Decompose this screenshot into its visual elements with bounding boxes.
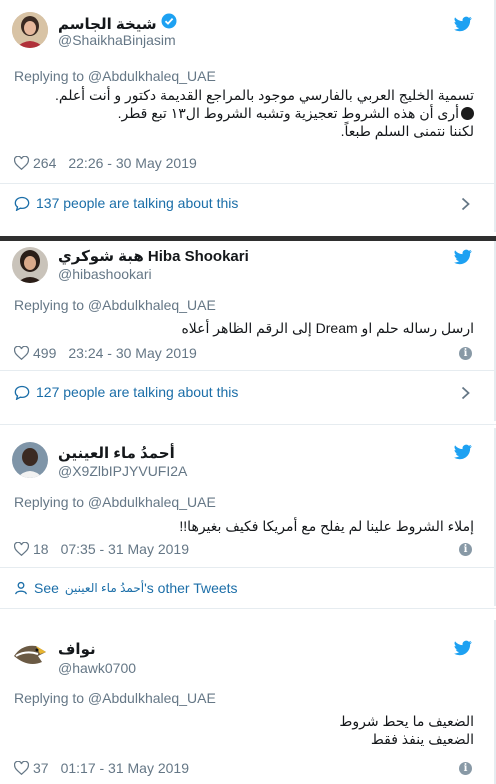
- verified-badge-icon: [161, 13, 177, 34]
- tweet-card-4: نواف @hawk0700 Replying to @Abdulkhaleq_…: [0, 620, 496, 784]
- tweet-meta: 18 07:35 - 31 May 2019: [14, 541, 189, 557]
- like-count: 18: [33, 541, 49, 557]
- tweet-line: ارسل رساله حلم او Dream إلى الرقم الظاهر…: [181, 320, 474, 336]
- tweet-card-3: أحمدُ ماء العينين @X9ZlbIPJYVUFI2A Reply…: [0, 428, 496, 606]
- card-separator: [0, 424, 496, 425]
- display-name[interactable]: نواف: [58, 640, 96, 658]
- replying-to[interactable]: Replying to @Abdulkhaleq_UAE: [14, 690, 216, 706]
- tweet-meta: 499 23:24 - 30 May 2019: [14, 345, 197, 361]
- user-handle[interactable]: @X9ZlbIPJYVUFI2A: [58, 463, 187, 479]
- speech-bubble-icon: [14, 196, 30, 211]
- user-handle[interactable]: @ShaikhaBinjasim: [58, 32, 176, 48]
- user-handle[interactable]: @hawk0700: [58, 660, 136, 676]
- tweet-text: الضعيف ما يحط شروط الضعيف ينفذ فقط: [14, 712, 474, 748]
- divider: [0, 370, 494, 371]
- avatar[interactable]: [12, 247, 48, 283]
- replying-to[interactable]: Replying to @Abdulkhaleq_UAE: [14, 68, 216, 84]
- tweet-line: إملاء الشروط علينا لم يفلح مع أمريكا فكي…: [179, 518, 474, 534]
- tweet-card-2: هبة شوكري Hiba Shookari @hibashookari Re…: [0, 241, 496, 421]
- timestamp[interactable]: 07:35 - 31 May 2019: [61, 541, 189, 557]
- display-name-row: نواف: [58, 640, 96, 658]
- conversation-link[interactable]: 127 people are talking about this: [14, 384, 238, 400]
- divider: [0, 183, 494, 184]
- display-name-row: أحمدُ ماء العينين: [58, 444, 175, 462]
- info-icon[interactable]: i: [459, 543, 472, 556]
- see-suffix: 's other Tweets: [144, 580, 238, 596]
- display-name-row: هبة شوكري Hiba Shookari: [58, 247, 249, 265]
- see-other-tweets-link[interactable]: See أحمدُ ماء العينين's other Tweets: [14, 580, 238, 596]
- chevron-right-icon[interactable]: [461, 197, 470, 211]
- heart-icon[interactable]: [14, 346, 29, 360]
- conversation-link[interactable]: 137 people are talking about this: [14, 195, 238, 211]
- card-separator: [0, 608, 496, 609]
- replying-to[interactable]: Replying to @Abdulkhaleq_UAE: [14, 297, 216, 313]
- heart-icon[interactable]: [14, 156, 29, 170]
- twitter-bird-icon[interactable]: [454, 444, 472, 460]
- timestamp[interactable]: 22:26 - 30 May 2019: [68, 155, 196, 171]
- heart-icon[interactable]: [14, 542, 29, 556]
- see-prefix: See: [34, 580, 59, 596]
- person-icon: [15, 581, 27, 595]
- display-name[interactable]: شيخة الجاسم: [58, 15, 157, 33]
- tweet-meta: 37 01:17 - 31 May 2019: [14, 760, 189, 776]
- like-count: 37: [33, 760, 49, 776]
- twitter-bird-icon[interactable]: [454, 640, 472, 656]
- like-count: 499: [33, 345, 57, 361]
- see-user-name: أحمدُ ماء العينين: [64, 581, 145, 595]
- heart-icon[interactable]: [14, 761, 29, 775]
- chevron-right-icon[interactable]: [461, 386, 470, 400]
- display-name[interactable]: هبة شوكري Hiba Shookari: [58, 247, 249, 265]
- like-count: 264: [33, 155, 57, 171]
- speech-bubble-icon: [14, 385, 30, 400]
- conversation-count: 127 people are talking about this: [36, 384, 239, 400]
- twitter-bird-icon[interactable]: [454, 249, 472, 265]
- twitter-bird-icon[interactable]: [454, 16, 472, 32]
- tweet-line-text: أرى أن هذه الشروط تعجيزية وتشبه الشروط ا…: [117, 105, 459, 121]
- tweet-meta: 264 22:26 - 30 May 2019: [14, 155, 197, 171]
- timestamp[interactable]: 01:17 - 31 May 2019: [61, 760, 189, 776]
- avatar[interactable]: [12, 638, 48, 674]
- tweet-line: لكننا نتمنى السلم طبعاً.: [340, 123, 474, 139]
- display-name[interactable]: أحمدُ ماء العينين: [58, 444, 175, 462]
- display-name-row: شيخة الجاسم: [58, 13, 177, 34]
- tweet-line: الضعيف ينفذ فقط: [370, 731, 474, 747]
- replying-to[interactable]: Replying to @Abdulkhaleq_UAE: [14, 494, 216, 510]
- tweet-text: تسمية الخليج العربي بالفارسي موجود بالمر…: [14, 86, 474, 140]
- timestamp[interactable]: 23:24 - 30 May 2019: [68, 345, 196, 361]
- tweet-text: ارسل رساله حلم او Dream إلى الرقم الظاهر…: [14, 319, 474, 337]
- avatar[interactable]: [12, 12, 48, 48]
- tweet-line: أرى أن هذه الشروط تعجيزية وتشبه الشروط ا…: [14, 104, 474, 122]
- divider: [0, 567, 494, 568]
- tweet-line: الضعيف ما يحط شروط: [339, 713, 474, 729]
- new-moon-emoji-icon: [461, 107, 474, 120]
- info-icon[interactable]: i: [459, 762, 472, 775]
- user-handle[interactable]: @hibashookari: [58, 266, 152, 282]
- conversation-count: 137 people are talking about this: [36, 195, 239, 211]
- avatar[interactable]: [12, 442, 48, 478]
- tweet-line: تسمية الخليج العربي بالفارسي موجود بالمر…: [54, 87, 474, 103]
- tweet-text: إملاء الشروط علينا لم يفلح مع أمريكا فكي…: [14, 517, 474, 535]
- info-icon[interactable]: i: [459, 347, 472, 360]
- tweet-card-1: شيخة الجاسم @ShaikhaBinjasim Replying to…: [0, 0, 496, 232]
